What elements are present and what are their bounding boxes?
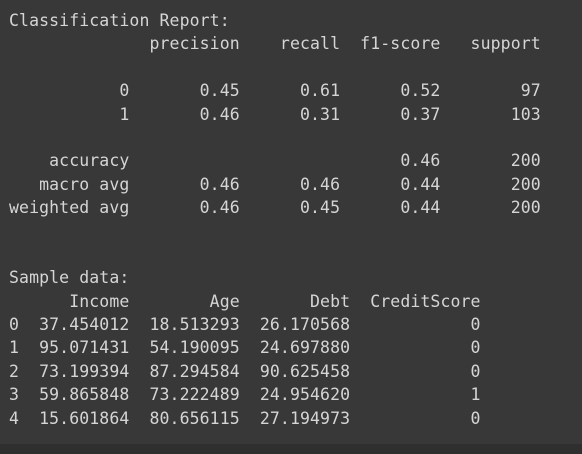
sample-data-row-1: 1 95.071431 54.190095 24.697880 0 — [9, 338, 481, 358]
sample-data-row-4: 4 15.601864 80.656115 27.194973 0 — [9, 408, 481, 428]
sample-data-column-headers: Income Age Debt CreditScore — [9, 291, 481, 311]
report-column-headers: precision recall f1-score support — [9, 34, 541, 54]
report-row-class-0: 0 0.45 0.61 0.52 97 — [9, 81, 541, 101]
console-output: Classification Report: precision recall … — [9, 9, 541, 430]
report-row-weighted-avg: weighted avg 0.46 0.45 0.44 200 — [9, 198, 541, 218]
sample-data-row-2: 2 73.199394 87.294584 90.625458 0 — [9, 361, 481, 381]
report-row-class-1: 1 0.46 0.31 0.37 103 — [9, 104, 541, 124]
output-bottom-edge — [0, 444, 582, 454]
sample-data-heading: Sample data: — [9, 268, 130, 288]
report-row-macro-avg: macro avg 0.46 0.46 0.44 200 — [9, 174, 541, 194]
report-heading: Classification Report: — [9, 11, 230, 30]
sample-data-row-3: 3 59.865848 73.222489 24.954620 1 — [9, 385, 481, 405]
cell-output-area: Classification Report: precision recall … — [0, 0, 582, 444]
sample-data-row-0: 0 37.454012 18.513293 26.170568 0 — [9, 315, 481, 335]
report-row-accuracy: accuracy 0.46 200 — [9, 151, 541, 171]
